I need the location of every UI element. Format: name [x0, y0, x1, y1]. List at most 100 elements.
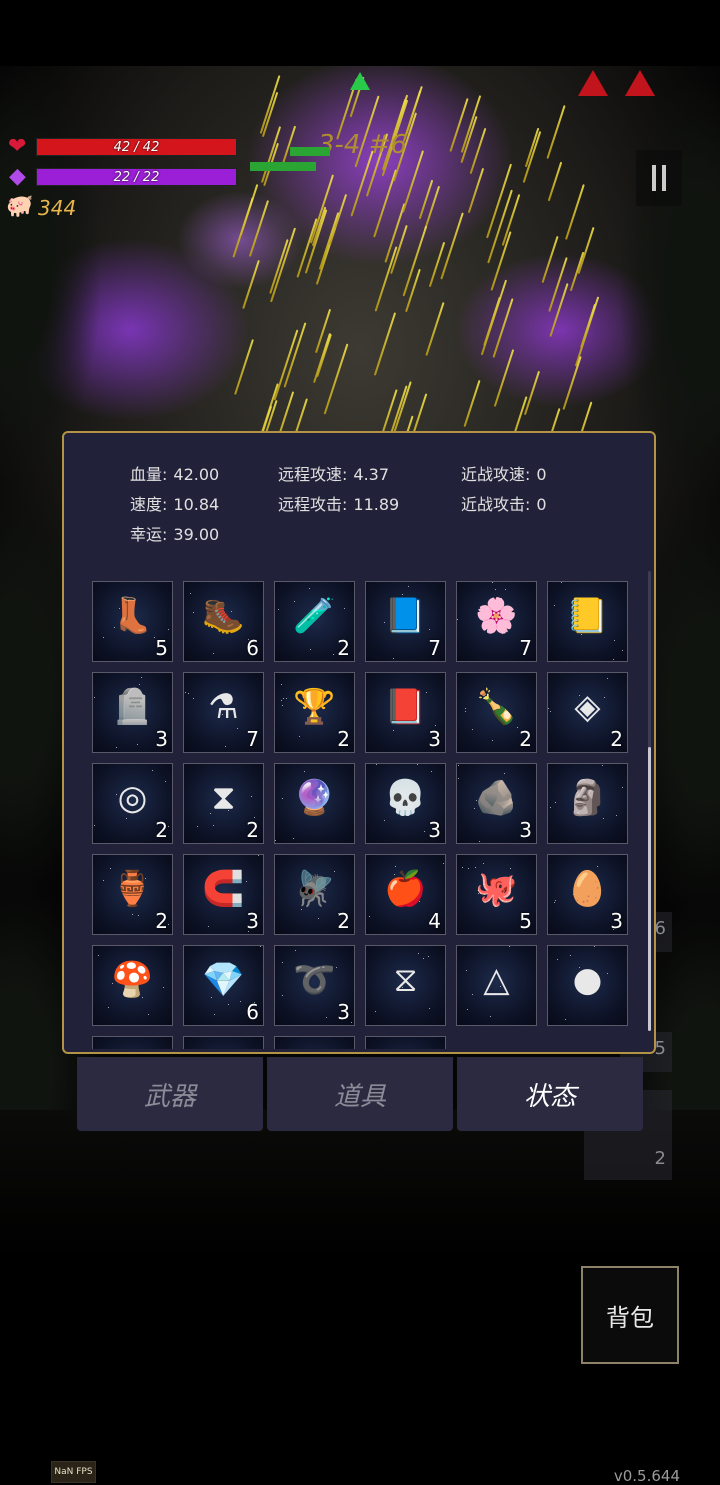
inventory-slot[interactable]: 📒: [547, 581, 628, 662]
small-bottle-icon: 🏺: [111, 869, 154, 909]
background-star: [429, 1008, 430, 1009]
inventory-slot[interactable]: 🍾 2: [456, 672, 537, 753]
background-star: [614, 640, 615, 641]
inventory-slot[interactable]: 🏆 2: [274, 672, 355, 753]
backpack-button[interactable]: 背包: [581, 1266, 679, 1364]
stat-row: 远程攻击: 11.89: [278, 491, 399, 515]
background-star: [393, 658, 394, 659]
inventory-slot[interactable]: 🥚 3: [547, 854, 628, 935]
inventory-slot[interactable]: 📕 3: [365, 672, 446, 753]
background-star: [260, 946, 261, 947]
inventory-slot[interactable]: [274, 1036, 355, 1049]
scrollbar-thumb[interactable]: [648, 747, 651, 1031]
arrow-trail: [463, 379, 481, 428]
arrow-trail: [404, 268, 421, 312]
pig-icon: 🐖: [6, 194, 34, 219]
background-star: [168, 826, 169, 827]
arrow-trail: [323, 343, 349, 415]
horseshoe-icon: 🧲: [202, 869, 245, 909]
background-star: [462, 867, 463, 868]
inventory-slot[interactable]: ⧖: [365, 945, 446, 1026]
inventory-slot[interactable]: 🥾 6: [183, 581, 264, 662]
octopus-icon: 🐙: [475, 869, 518, 909]
inventory-slot[interactable]: 💎 6: [183, 945, 264, 1026]
arrow-trail: [374, 312, 397, 376]
background-star: [318, 918, 319, 919]
inventory-slot[interactable]: [183, 1036, 264, 1049]
tab-label: 道具: [333, 1081, 386, 1112]
stat-label: 幸运:: [130, 525, 168, 544]
background-star: [116, 747, 117, 748]
arrow-trail: [428, 242, 446, 288]
cloak-statue-icon: 🗿: [566, 778, 609, 818]
blue-spellbook-icon: 📘: [384, 596, 427, 636]
inventory-slot[interactable]: ⧗ 2: [183, 763, 264, 844]
tab-weapons[interactable]: 武器: [77, 1057, 263, 1131]
inventory-slot[interactable]: 🧲 3: [183, 854, 264, 935]
arrow-trail: [269, 239, 289, 294]
background-star: [607, 678, 608, 679]
item-count: 2: [155, 818, 168, 842]
arrow-trail: [489, 231, 512, 292]
arrow-trail: [467, 167, 485, 214]
item-count: 3: [428, 818, 441, 842]
item-count: 4: [428, 909, 441, 933]
background-star: [225, 746, 226, 747]
inventory-slot[interactable]: 🪨 3: [456, 763, 537, 844]
item-grid[interactable]: 👢 5 🥾 6 🧪 2 📘 7 🌸 7 📒 🪦 3 ⚗ 7 🏆 2 📕 3 🍾 2 ◈ 2 ◎ 2 ⧗ 2 🔮 💀 3 🪨 3 🗿 🏺 2 🧲 3 🪰 2 🍎…: [92, 581, 638, 1049]
background-star: [475, 867, 476, 868]
inventory-slot[interactable]: 🪦 3: [92, 672, 173, 753]
arrow-trail: [315, 308, 332, 354]
background-star: [137, 744, 138, 745]
inventory-slot[interactable]: 📘 7: [365, 581, 446, 662]
background-star: [393, 730, 394, 731]
background-star: [509, 946, 510, 947]
arrow-trail: [281, 125, 296, 165]
background-star: [428, 956, 429, 957]
item-count: 2: [246, 818, 259, 842]
inventory-slot[interactable]: 🌸 7: [456, 581, 537, 662]
inventory-slot[interactable]: 🪰 2: [274, 854, 355, 935]
background-star: [597, 866, 598, 867]
inventory-slot[interactable]: ●: [547, 945, 628, 1026]
pause-button[interactable]: [636, 150, 682, 206]
background-star: [467, 1009, 468, 1010]
arrow-trail: [493, 348, 514, 407]
inventory-slot[interactable]: 🍄: [92, 945, 173, 1026]
purple-boots-icon: 👢: [111, 596, 154, 636]
status-panel: 血量: 42.00 远程攻速: 4.37 近战攻速: 0 速度: 10.84 远程攻击: 11.8…: [62, 431, 656, 1054]
inventory-slot[interactable]: ⚗ 7: [183, 672, 264, 753]
inventory-slot[interactable]: 🧪 2: [274, 581, 355, 662]
inventory-slot[interactable]: 🗿: [547, 763, 628, 844]
inventory-slot[interactable]: △: [456, 945, 537, 1026]
stat-value: 39.00: [173, 525, 220, 544]
inventory-slot[interactable]: [92, 1036, 173, 1049]
coin-count: 344: [38, 196, 77, 220]
enemy-warning-icon: [578, 70, 608, 96]
arrow-trail: [273, 329, 298, 401]
background-star: [103, 637, 104, 638]
background-star: [472, 729, 473, 730]
inventory-slot[interactable]: 🍎 4: [365, 854, 446, 935]
inventory-slot[interactable]: ➰ 3: [274, 945, 355, 1026]
background-star: [213, 653, 214, 654]
tab-label: 状态: [523, 1081, 576, 1112]
purple-rune-hourglass-icon: ⧖: [393, 960, 418, 1000]
mushroom-icon: 🍄: [111, 960, 154, 1000]
inventory-slot[interactable]: [365, 1036, 446, 1049]
background-star: [423, 958, 424, 959]
tab-items[interactable]: 道具: [267, 1057, 453, 1131]
inventory-slot[interactable]: 🔮: [274, 763, 355, 844]
item-grid-scrollbar[interactable]: [648, 571, 651, 1031]
background-star: [458, 765, 459, 766]
purple-rune-spiral-icon: ◎: [117, 778, 148, 818]
inventory-slot[interactable]: 👢 5: [92, 581, 173, 662]
tab-status[interactable]: 状态: [457, 1057, 643, 1131]
inventory-slot[interactable]: 💀 3: [365, 763, 446, 844]
inventory-slot[interactable]: ◈ 2: [547, 672, 628, 753]
inventory-slot[interactable]: 🐙 5: [456, 854, 537, 935]
background-star: [98, 955, 99, 956]
inventory-slot[interactable]: ◎ 2: [92, 763, 173, 844]
red-apple-icon: 🍎: [384, 869, 427, 909]
inventory-slot[interactable]: 🏺 2: [92, 854, 173, 935]
